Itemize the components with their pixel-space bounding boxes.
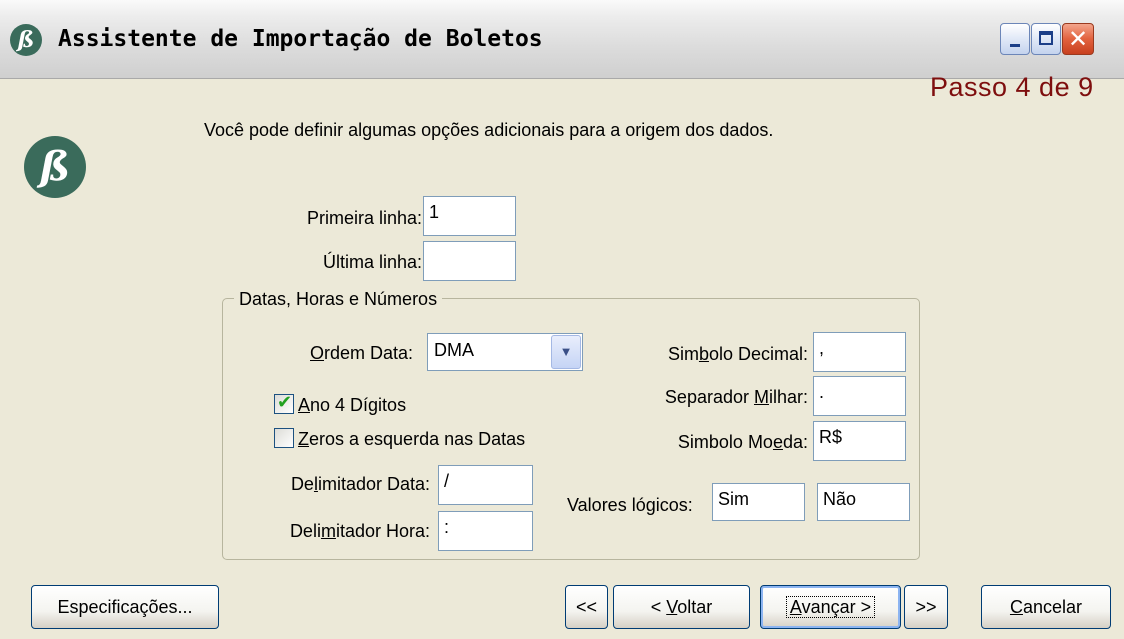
currency-symbol-input[interactable]: R$ (813, 421, 906, 461)
date-order-select[interactable]: DMA ▼ (427, 333, 583, 371)
back-button[interactable]: < Voltar (613, 585, 750, 629)
first-line-input[interactable]: 1 (423, 196, 516, 236)
checkmark-icon: ✔ (277, 392, 293, 413)
decimal-symbol-label: Simbolo Decimal: (667, 344, 808, 364)
last-line-label: Última linha: (322, 252, 422, 272)
minimize-icon (1010, 44, 1020, 47)
cancel-button[interactable]: Cancelar (981, 585, 1111, 629)
zeros-checkbox[interactable] (274, 428, 294, 448)
thousand-separator-label: Separador Milhar: (664, 387, 808, 407)
maximize-button[interactable] (1031, 23, 1061, 55)
beta-logo-icon[interactable]: ß (10, 24, 42, 56)
maximize-icon (1039, 31, 1053, 45)
close-button[interactable]: ✕ (1062, 23, 1094, 55)
logical-false-input[interactable]: Não (817, 483, 910, 521)
time-delimiter-input[interactable]: : (438, 511, 533, 551)
thousand-separator-input[interactable]: . (813, 376, 906, 416)
minimize-button[interactable] (1000, 23, 1030, 55)
zeros-label: Zeros a esquerda nas Datas (298, 429, 526, 449)
logical-true-input[interactable]: Sim (712, 483, 805, 521)
date-order-value: DMA (434, 340, 474, 360)
first-step-button[interactable]: << (565, 585, 608, 629)
next-button[interactable]: Avançar > (760, 585, 901, 629)
intro-text: Você pode definir algumas opções adicion… (204, 120, 774, 140)
date-delimiter-label: Delimitador Data: (290, 474, 430, 494)
first-line-label: Primeira linha: (306, 208, 422, 228)
last-step-button[interactable]: >> (904, 585, 948, 629)
date-order-label: Ordem Data: (310, 343, 414, 363)
date-delimiter-input[interactable]: / (438, 465, 533, 505)
group-title: Datas, Horas e Números (234, 289, 443, 310)
beta-logo-icon: ß (24, 136, 86, 198)
logical-values-label: Valores lógicos: (567, 495, 693, 515)
chevron-down-icon[interactable]: ▼ (551, 335, 581, 369)
specifications-button[interactable]: Especificações... (31, 585, 219, 629)
time-delimiter-label: Delimitador Hora: (289, 521, 430, 541)
year4-label: Ano 4 Dígitos (298, 395, 407, 415)
currency-symbol-label: Simbolo Moeda: (677, 432, 808, 452)
year4-checkbox[interactable]: ✔ (274, 392, 294, 414)
step-indicator: Passo 4 de 9 (930, 72, 1094, 102)
window-title: Assistente de Importação de Boletos (58, 26, 543, 52)
decimal-symbol-input[interactable]: , (813, 332, 906, 372)
last-line-input[interactable] (423, 241, 516, 281)
close-icon: ✕ (1067, 25, 1089, 53)
